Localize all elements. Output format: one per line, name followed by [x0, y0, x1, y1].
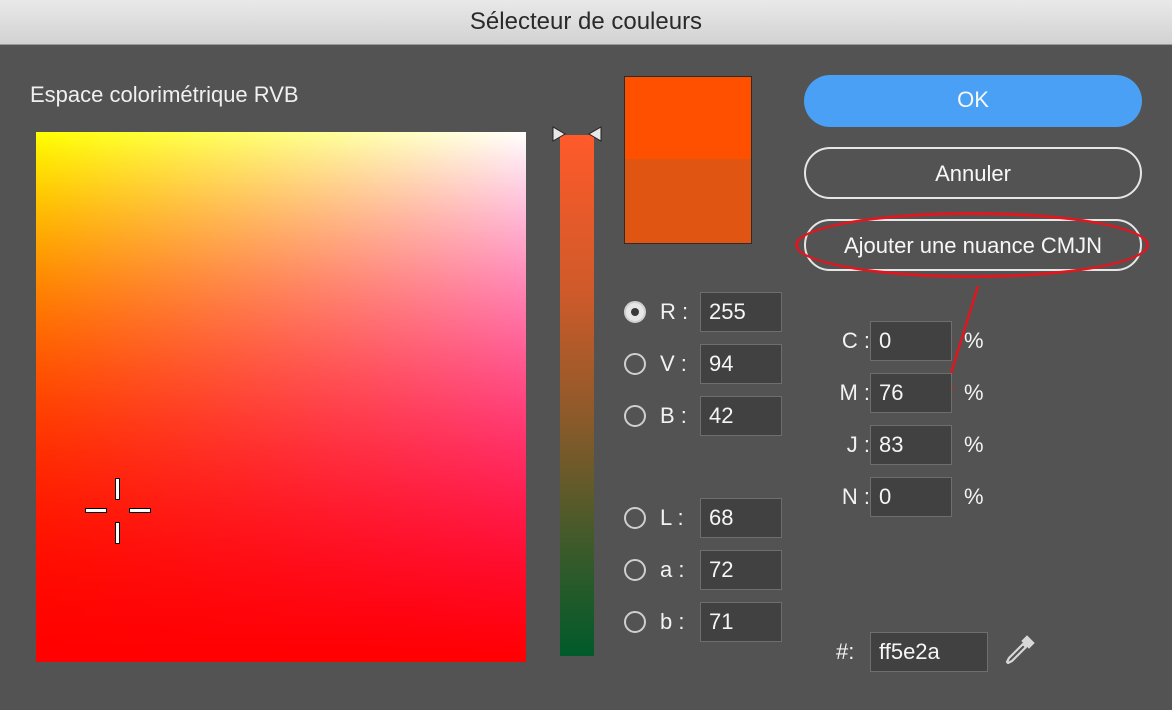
- label-m: M :: [839, 380, 870, 405]
- hex-input[interactable]: ff5e2a: [870, 632, 988, 672]
- unit-j: %: [964, 432, 984, 457]
- rgb-row-v: V : 94: [624, 344, 782, 384]
- label-v: V :: [660, 351, 687, 376]
- rgb-row-r: R : 255: [624, 292, 782, 332]
- annotation-ellipse: [795, 212, 1149, 278]
- color-field-gradient: [36, 132, 526, 662]
- input-l[interactable]: 68: [700, 498, 782, 538]
- ok-button[interactable]: OK: [804, 75, 1142, 127]
- cmyk-row-j: J : 83 %: [832, 425, 984, 465]
- unit-c: %: [964, 328, 984, 353]
- color-picker-dialog: Espace colorimétrique RVB R : 255 V : 94…: [0, 45, 1172, 710]
- radio-a[interactable]: [624, 559, 646, 581]
- hue-slider-thumb[interactable]: [551, 125, 603, 143]
- input-a[interactable]: 72: [700, 550, 782, 590]
- label-c: C :: [841, 328, 870, 353]
- color-space-label: Espace colorimétrique RVB: [30, 82, 299, 107]
- color-preview: [624, 76, 752, 244]
- radio-r[interactable]: [624, 301, 646, 323]
- unit-m: %: [964, 380, 984, 405]
- input-j[interactable]: 83: [870, 425, 952, 465]
- hue-slider[interactable]: [560, 135, 594, 656]
- radio-v[interactable]: [624, 353, 646, 375]
- eyedropper-icon[interactable]: [1000, 630, 1040, 670]
- cmyk-row-n: N : 0 %: [832, 477, 984, 517]
- input-n[interactable]: 0: [870, 477, 952, 517]
- input-c[interactable]: 0: [870, 321, 952, 361]
- cancel-button[interactable]: Annuler: [804, 147, 1142, 199]
- label-b: B :: [660, 403, 687, 428]
- lab-row-a: a : 72: [624, 550, 782, 590]
- label-lab-b: b :: [660, 609, 685, 634]
- input-lab-b[interactable]: 71: [700, 602, 782, 642]
- label-j: J :: [846, 432, 870, 457]
- cmyk-row-c: C : 0 %: [832, 321, 984, 361]
- label-r: R :: [660, 299, 689, 324]
- radio-l[interactable]: [624, 507, 646, 529]
- input-r[interactable]: 255: [700, 292, 782, 332]
- lab-row-l: L : 68: [624, 498, 782, 538]
- input-v[interactable]: 94: [700, 344, 782, 384]
- lab-row-b: b : 71: [624, 602, 782, 642]
- cmyk-row-m: M : 76 %: [832, 373, 984, 413]
- unit-n: %: [964, 484, 984, 509]
- color-field[interactable]: [36, 132, 526, 662]
- window-title: Sélecteur de couleurs: [0, 0, 1172, 45]
- input-b[interactable]: 42: [700, 396, 782, 436]
- radio-b[interactable]: [624, 405, 646, 427]
- hex-label: #:: [836, 639, 855, 664]
- input-m[interactable]: 76: [870, 373, 952, 413]
- label-a: a :: [660, 557, 685, 582]
- radio-lab-b[interactable]: [624, 611, 646, 633]
- label-n: N :: [841, 484, 870, 509]
- label-l: L :: [660, 505, 684, 530]
- rgb-row-b: B : 42: [624, 396, 782, 436]
- original-color-swatch[interactable]: [625, 159, 751, 243]
- new-color-swatch: [625, 77, 751, 159]
- hex-row: #: ff5e2a: [836, 632, 988, 672]
